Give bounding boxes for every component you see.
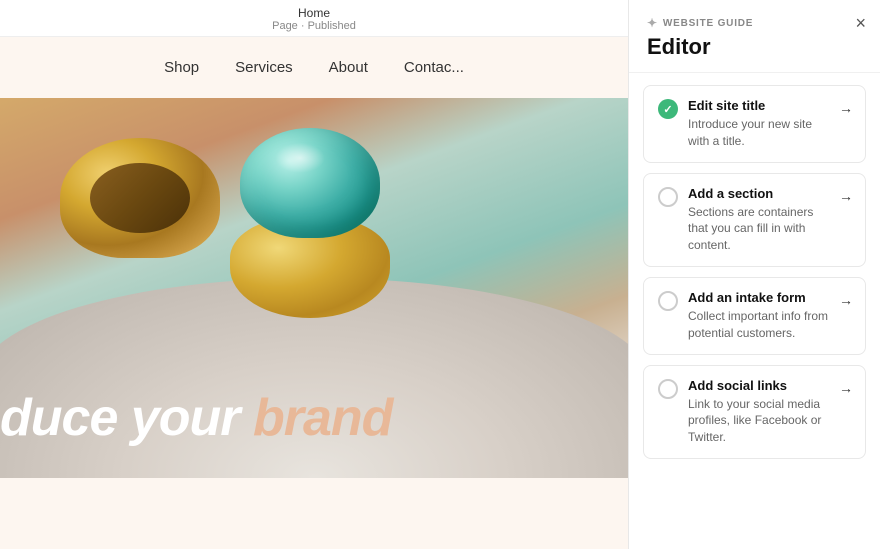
arrow-edit-title: → [839,100,853,116]
item-title-intake-form: Add an intake form [688,290,829,305]
website-preview: Home Page · Published Shop Services Abou… [0,0,628,549]
editor-items-list: ✓ Edit site title Introduce your new sit… [629,73,880,471]
item-desc-social-links: Link to your social media profiles, like… [688,396,829,446]
panel-header: × ✦ WEBSITE GUIDE Editor [629,0,880,73]
nav-contact[interactable]: Contac... [404,59,464,76]
hero-text-peach: brand [253,389,392,447]
uncompleted-icon-intake [658,291,678,311]
item-content-add-section: Add a section Sections are containers th… [688,186,829,254]
editor-item-social-links[interactable]: Add social links Link to your social med… [643,365,866,459]
nav-shop[interactable]: Shop [164,59,199,76]
nav-services[interactable]: Services [235,59,293,76]
arrow-social-links: → [839,380,853,396]
uncompleted-icon-social [658,379,678,399]
hero-background: duce your brand [0,98,628,478]
nav-about[interactable]: About [329,59,368,76]
hero-text-white: duce your [0,389,253,447]
item-title-edit-title: Edit site title [688,98,829,113]
preview-topbar: Home Page · Published [0,0,628,37]
editor-item-add-section[interactable]: Add a section Sections are containers th… [643,173,866,267]
guide-label: ✦ WEBSITE GUIDE [647,16,862,30]
preview-nav: Shop Services About Contac... [0,37,628,98]
editor-title: Editor [647,34,862,60]
editor-panel: × ✦ WEBSITE GUIDE Editor ✓ Edit site tit… [628,0,880,549]
item-content-edit-title: Edit site title Introduce your new site … [688,98,829,150]
completed-icon: ✓ [658,99,678,119]
close-button[interactable]: × [855,14,866,32]
editor-item-intake-form[interactable]: Add an intake form Collect important inf… [643,277,866,355]
page-status: Page · Published [0,20,628,32]
item-title-social-links: Add social links [688,378,829,393]
item-title-add-section: Add a section [688,186,829,201]
guide-star-icon: ✦ [647,16,658,30]
item-desc-intake-form: Collect important info from potential cu… [688,308,829,342]
uncompleted-icon-section [658,187,678,207]
page-title: Home [0,6,628,20]
hero-section: duce your brand [0,98,628,478]
editor-item-edit-site-title[interactable]: ✓ Edit site title Introduce your new sit… [643,85,866,163]
gold-ring-left [60,138,220,278]
item-desc-edit-title: Introduce your new site with a title. [688,116,829,150]
guide-label-text: WEBSITE GUIDE [663,18,753,29]
arrow-intake-form: → [839,292,853,308]
item-content-intake-form: Add an intake form Collect important inf… [688,290,829,342]
hero-text: duce your brand [0,388,392,448]
arrow-add-section: → [839,188,853,204]
item-desc-add-section: Sections are containers that you can fil… [688,204,829,254]
turquoise-ring-right [210,118,410,318]
item-content-social-links: Add social links Link to your social med… [688,378,829,446]
